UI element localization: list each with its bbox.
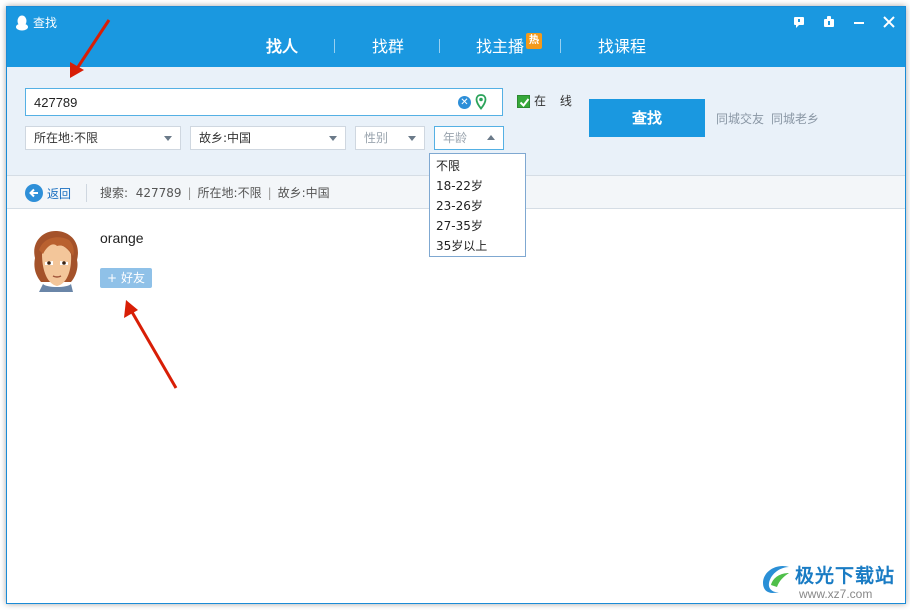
watermark-logo-icon: [763, 565, 789, 593]
tab-find-courses[interactable]: 找课程: [598, 35, 646, 59]
age-select-value: 年龄: [443, 131, 468, 145]
same-city-friends-link[interactable]: 同城交友: [716, 112, 764, 126]
tab-find-streamers-label: 找主播: [476, 37, 525, 56]
clear-icon[interactable]: ✕: [458, 96, 471, 109]
location-select-value: 所在地:不限: [34, 131, 99, 145]
age-option-18-22[interactable]: 18-22岁: [430, 176, 525, 196]
chevron-down-icon: [329, 136, 337, 141]
back-arrow-icon: [25, 184, 43, 202]
results-list: orange + 好友: [7, 210, 905, 603]
gender-select-value: 性别: [364, 131, 389, 145]
tab-find-streamers[interactable]: 找主播热: [476, 33, 543, 59]
tab-bar: 找人 找群 找主播热 找课程: [7, 27, 905, 67]
location-pin-icon[interactable]: [475, 94, 487, 110]
tab-find-groups[interactable]: 找群: [372, 35, 404, 59]
tab-divider: [334, 39, 335, 53]
search-summary-location: 所在地:不限: [197, 186, 262, 200]
watermark-url: www.xz7.com: [799, 587, 873, 601]
chevron-down-icon: [408, 136, 416, 141]
search-summary-value: 427789: [135, 186, 182, 200]
back-button[interactable]: 返回: [25, 183, 71, 203]
hometown-select-value: 故乡:中国: [199, 131, 252, 145]
age-option-27-35[interactable]: 27-35岁: [430, 216, 525, 236]
watermark-title: 极光下载站: [795, 565, 896, 587]
add-friend-label: 好友: [120, 271, 145, 285]
watermark: 极光下载站 www.xz7.com: [759, 559, 905, 603]
search-summary-prefix: 搜索:: [100, 186, 129, 200]
title-bar: 查找 找人 找群 找主播 热 找课程: [7, 7, 905, 67]
tab-divider: [560, 39, 561, 53]
hot-badge: 热: [526, 33, 543, 49]
chevron-up-icon: [487, 135, 495, 140]
same-city-hometown-link[interactable]: 同城老乡: [771, 112, 819, 126]
online-checkbox[interactable]: [517, 95, 530, 108]
find-button[interactable]: 查找: [589, 99, 705, 137]
location-select[interactable]: 所在地:不限: [25, 126, 181, 150]
age-option-35-plus[interactable]: 35岁以上: [430, 236, 525, 256]
age-option-any[interactable]: 不限: [430, 156, 525, 176]
find-window: 查找 找人 找群 找主播 热 找课程 427789 ✕ 在 线 查找 同城交友 …: [6, 6, 906, 604]
hometown-select[interactable]: 故乡:中国: [190, 126, 346, 150]
chevron-down-icon: [164, 136, 172, 141]
online-label: 在 线: [534, 94, 577, 108]
gender-select[interactable]: 性别: [355, 126, 425, 150]
search-summary: 搜索: 427789 | 所在地:不限 | 故乡:中国: [100, 186, 330, 200]
search-input[interactable]: [34, 89, 454, 115]
add-friend-button[interactable]: + 好友: [100, 268, 152, 288]
search-box: ✕: [25, 88, 503, 116]
age-option-23-26[interactable]: 23-26岁: [430, 196, 525, 216]
breadcrumb-divider: [86, 184, 87, 202]
age-select[interactable]: 年龄: [434, 126, 504, 150]
tab-find-people[interactable]: 找人: [266, 35, 298, 59]
tab-divider: [439, 39, 440, 53]
age-dropdown: 不限 18-22岁 23-26岁 27-35岁 35岁以上: [429, 153, 526, 257]
result-name[interactable]: orange: [100, 230, 144, 246]
back-label: 返回: [47, 186, 72, 201]
avatar[interactable]: [27, 228, 85, 292]
screen: 查找 找人 找群 找主播 热 找课程 427789 ✕ 在 线 查找 同城交友 …: [0, 0, 910, 610]
plus-icon: +: [107, 271, 118, 285]
search-summary-hometown: 故乡:中国: [277, 186, 330, 200]
